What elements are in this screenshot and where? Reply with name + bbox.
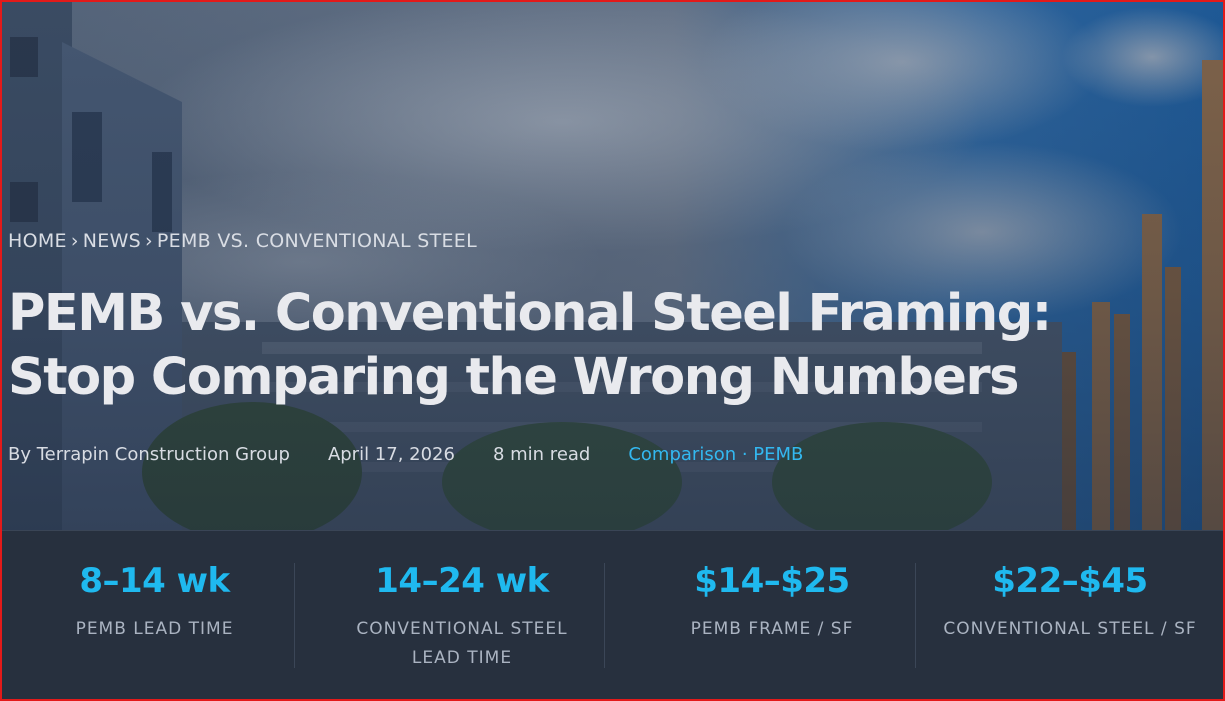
stat-label: CONVENTIONAL STEEL LEAD TIME: [356, 619, 568, 668]
stats-bar: 8–14 wk PEMB LEAD TIME 14–24 wk CONVENTI…: [2, 530, 1223, 699]
stat-value: 8–14 wk: [79, 561, 230, 601]
breadcrumb-news-link[interactable]: NEWS: [83, 230, 141, 252]
stat-value: $14–$25: [694, 561, 850, 601]
stat-label: PEMB FRAME / SF: [690, 619, 854, 639]
stat-value: $22–$45: [992, 561, 1148, 601]
breadcrumb-current: PEMB VS. CONVENTIONAL STEEL: [156, 230, 478, 252]
stat-value: 14–24 wk: [375, 561, 549, 601]
stat-conventional-lead-time: 14–24 wk CONVENTIONAL STEEL LEAD TIME: [307, 531, 617, 699]
stat-pemb-frame-cost: $14–$25 PEMB FRAME / SF: [617, 531, 927, 699]
article-meta: By Terrapin Construction Group April 17,…: [8, 444, 803, 465]
breadcrumb-separator: ›: [145, 230, 153, 252]
page-frame: HOME › NEWS › PEMB VS. CONVENTIONAL STEEL PE…: [0, 0, 1225, 701]
breadcrumb: HOME › NEWS › PEMB VS. CONVENTIONAL STEEL: [8, 230, 477, 252]
breadcrumb-home-link[interactable]: HOME: [8, 230, 67, 252]
stat-label: PEMB LEAD TIME: [75, 619, 234, 639]
hero-section: HOME › NEWS › PEMB VS. CONVENTIONAL STEEL PE…: [2, 2, 1223, 530]
article-categories: Comparison · PEMB: [628, 444, 803, 465]
article-date: April 17, 2026: [327, 444, 455, 465]
stat-conventional-steel-cost: $22–$45 CONVENTIONAL STEEL / SF: [917, 531, 1223, 699]
article-read-time: 8 min read: [492, 444, 591, 465]
page-title: PEMB vs. Conventional Steel Framing: Sto…: [8, 284, 1052, 407]
stat-divider: [604, 563, 605, 668]
breadcrumb-separator: ›: [70, 230, 79, 252]
category-links[interactable]: Comparison · PEMB: [628, 444, 803, 465]
stat-pemb-lead-time: 8–14 wk PEMB LEAD TIME: [2, 531, 307, 699]
article-author: By Terrapin Construction Group: [8, 444, 290, 465]
stat-divider: [915, 563, 916, 668]
stat-divider: [294, 563, 295, 668]
stat-label: CONVENTIONAL STEEL / SF: [943, 619, 1197, 639]
